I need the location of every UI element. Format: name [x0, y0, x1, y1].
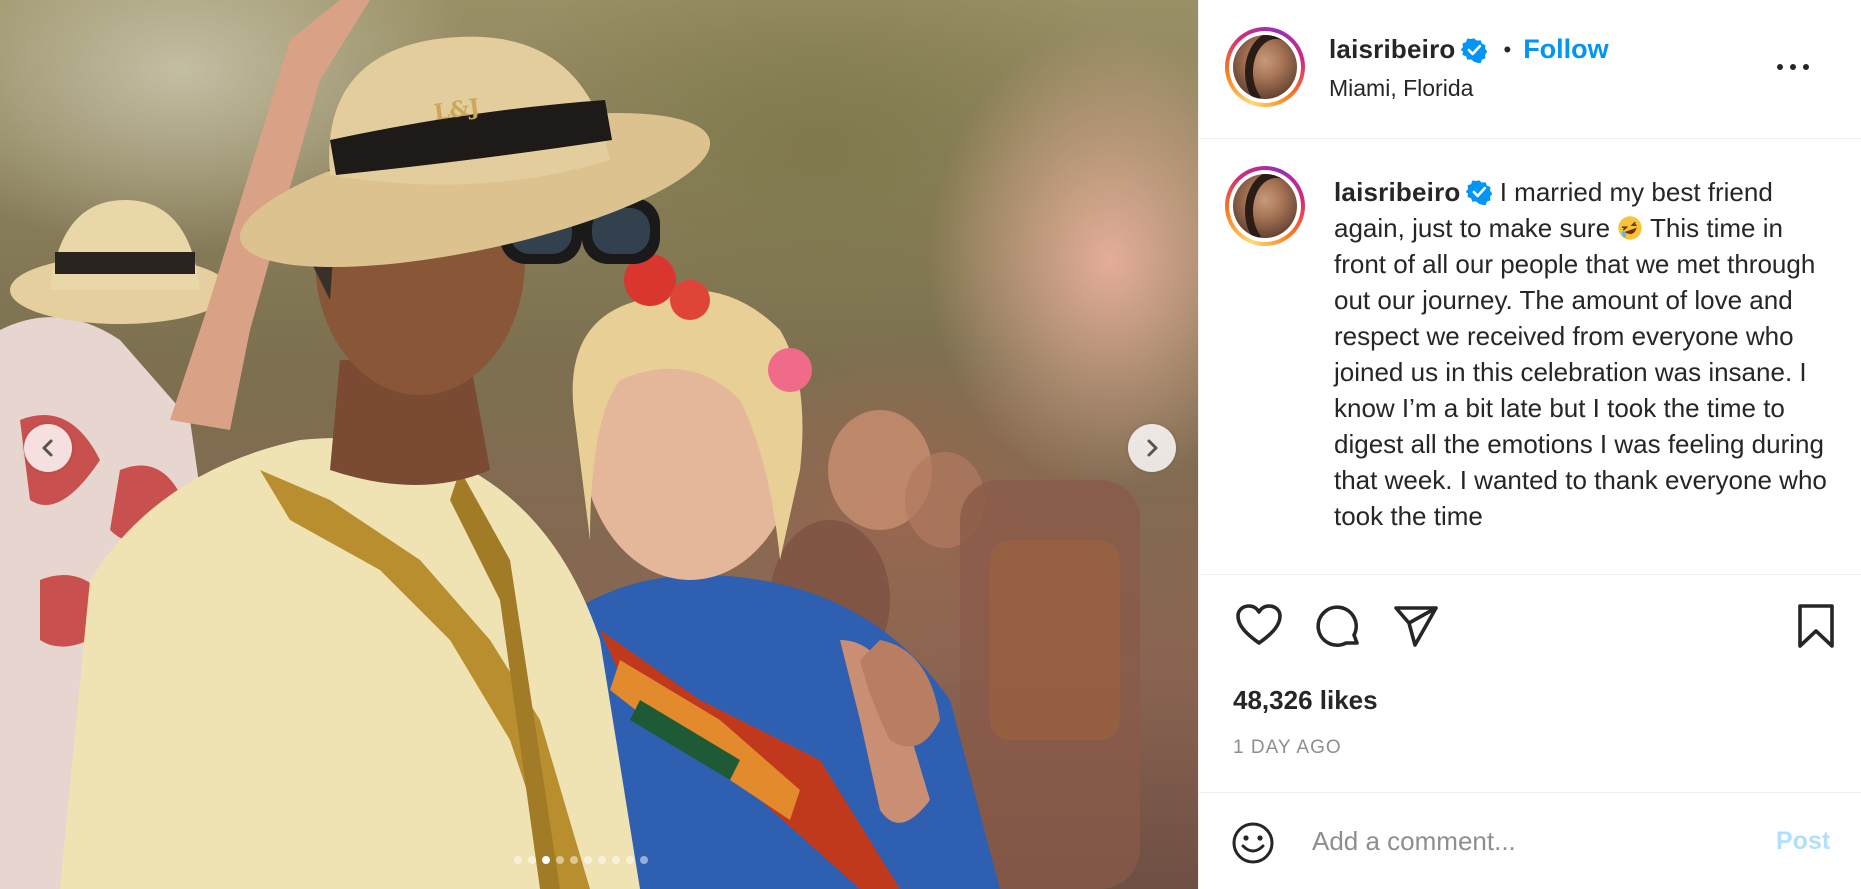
carousel-dot	[640, 856, 648, 864]
caption-continuation: This time in front of all our people tha…	[1334, 213, 1827, 531]
emoji-icon[interactable]	[1231, 821, 1275, 865]
verified-badge-icon	[1466, 180, 1493, 205]
post-actions: 48,326 likes 1 DAY AGO	[1199, 574, 1861, 758]
carousel-dot	[612, 856, 620, 864]
bookmark-icon[interactable]	[1796, 603, 1836, 649]
username-link[interactable]: laisribeiro	[1329, 34, 1455, 65]
avatar-image	[1233, 35, 1297, 99]
follow-button[interactable]: Follow	[1523, 34, 1608, 65]
carousel-dot	[626, 856, 634, 864]
caption-username-link[interactable]: laisribeiro	[1334, 177, 1460, 207]
comment-input[interactable]	[1312, 821, 1732, 861]
location-link[interactable]: Miami, Florida	[1329, 75, 1473, 102]
caption-avatar[interactable]	[1225, 166, 1305, 246]
post-comment-button[interactable]: Post	[1776, 827, 1830, 856]
chevron-right-icon	[1147, 439, 1158, 457]
share-icon[interactable]	[1393, 605, 1439, 649]
carousel-indicator	[514, 856, 648, 864]
comment-bar: Post	[1199, 792, 1861, 889]
carousel-dot	[514, 856, 522, 864]
carousel-dot	[542, 856, 550, 864]
avatar[interactable]	[1225, 27, 1305, 107]
post-photo: L&J	[0, 0, 1140, 889]
post-timestamp[interactable]: 1 DAY AGO	[1233, 737, 1342, 759]
separator-dot: •	[1503, 36, 1512, 62]
previous-photo-button[interactable]	[24, 424, 72, 472]
caption-text: laisribeiro I married my best friend aga…	[1334, 174, 1834, 534]
verified-badge-icon	[1461, 37, 1488, 63]
avatar-image	[1233, 174, 1297, 238]
heart-icon[interactable]	[1235, 603, 1283, 647]
post-media[interactable]: L&J	[0, 0, 1198, 889]
caption-section: laisribeiro I married my best friend aga…	[1199, 140, 1861, 574]
carousel-dot	[584, 856, 592, 864]
post-header: laisribeiro • Follow Miami, Florida	[1199, 0, 1861, 139]
post-details-panel: laisribeiro • Follow Miami, Florida lais…	[1198, 0, 1861, 889]
likes-count[interactable]: 48,326 likes	[1233, 685, 1378, 716]
more-options-icon[interactable]	[1777, 52, 1809, 82]
carousel-dot	[570, 856, 578, 864]
laughing-emoji-icon	[1618, 216, 1642, 240]
next-photo-button[interactable]	[1128, 424, 1176, 472]
carousel-dot	[598, 856, 606, 864]
carousel-dot	[528, 856, 536, 864]
carousel-dot	[556, 856, 564, 864]
comment-icon[interactable]	[1314, 603, 1362, 651]
chevron-left-icon	[42, 439, 53, 457]
